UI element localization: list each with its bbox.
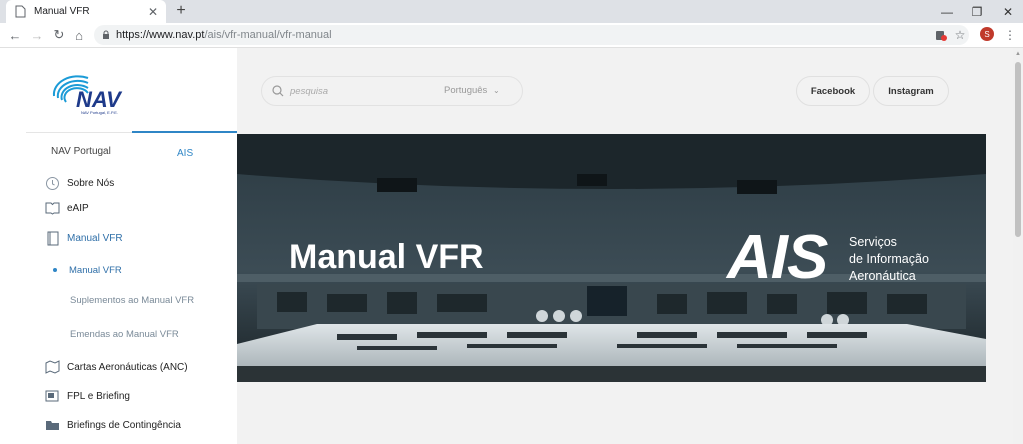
hero-banner: Manual VFR AIS Serviços de Informação Ae…: [237, 134, 986, 382]
ais-logo-word: AIS: [727, 223, 828, 292]
browser-tab[interactable]: Manual VFR ✕: [6, 0, 166, 23]
active-subitem-bullet: [53, 268, 57, 272]
ais-tagline-line: Aeronáutica: [849, 269, 916, 283]
sidebar-item-label: Cartas Aeronáuticas (ANC): [67, 361, 188, 373]
sidebar-item-cartas[interactable]: Cartas Aeronáuticas (ANC): [44, 360, 188, 374]
sidebar-tabs: NAV Portugal AIS: [26, 131, 237, 162]
minimize-icon[interactable]: —: [932, 0, 962, 23]
ais-tagline-line: Serviços: [849, 235, 897, 249]
window-close-icon[interactable]: ✕: [993, 0, 1023, 23]
clock-icon: [44, 176, 60, 190]
sidebar-item-eaip[interactable]: eAIP: [44, 201, 89, 215]
svg-text:NAV Portugal, E.P.E.: NAV Portugal, E.P.E.: [81, 110, 118, 115]
sidebar-item-sobre-nos[interactable]: Sobre Nós: [44, 176, 114, 190]
forward-arrow-icon[interactable]: →: [28, 26, 46, 44]
sidebar-item-manual-vfr[interactable]: Manual VFR: [44, 231, 123, 245]
tab-nav-portugal[interactable]: NAV Portugal: [51, 146, 111, 157]
restore-icon[interactable]: ❐: [962, 0, 992, 23]
scroll-up-icon[interactable]: ▲: [1015, 50, 1021, 58]
reload-icon[interactable]: ↻: [50, 26, 68, 44]
browser-tab-strip: Manual VFR ✕ + — ❐ ✕: [0, 0, 1023, 23]
subitem-suplementos[interactable]: Suplementos ao Manual VFR: [70, 295, 194, 306]
lock-icon: [103, 30, 109, 39]
manual-icon: [44, 231, 60, 245]
map-icon: [44, 360, 60, 374]
sidebar-item-label: Manual VFR: [67, 232, 123, 244]
subitem-emendas[interactable]: Emendas ao Manual VFR: [70, 329, 179, 340]
tab-ais[interactable]: AIS: [177, 148, 193, 159]
back-arrow-icon[interactable]: ←: [6, 26, 24, 44]
sidebar-item-label: Briefings de Contingência: [67, 419, 181, 431]
url-path: /ais/vfr-manual/vfr-manual: [204, 29, 332, 41]
tab-title: Manual VFR: [34, 6, 90, 17]
page-icon: [15, 5, 26, 18]
home-icon[interactable]: ⌂: [70, 26, 88, 44]
search-icon: [272, 85, 284, 97]
ais-tagline-line: de Informação: [849, 252, 929, 266]
nav-logo[interactable]: NAV NAV Portugal, E.P.E.: [48, 74, 134, 116]
ais-tagline: Serviços de Informação Aeronáutica: [849, 234, 929, 285]
page: NAV NAV Portugal, E.P.E. NAV Portugal AI…: [0, 48, 1013, 444]
language-label: Português: [444, 85, 488, 96]
instagram-button[interactable]: Instagram: [873, 76, 949, 106]
sidebar-item-label: FPL e Briefing: [67, 390, 130, 402]
banner-title: Manual VFR: [289, 238, 484, 276]
language-select[interactable]: Português ⌄: [444, 85, 500, 96]
new-tab-button[interactable]: +: [172, 2, 190, 20]
facebook-button[interactable]: Facebook: [796, 76, 870, 106]
menu-dots-icon[interactable]: ⋮: [1004, 28, 1016, 42]
star-icon[interactable]: ☆: [952, 27, 968, 43]
main-content: pesquisa Português ⌄ Facebook Instagram: [237, 48, 1013, 444]
book-icon: [44, 201, 60, 215]
search-placeholder: pesquisa: [290, 85, 329, 97]
url-domain: https://www.nav.pt: [116, 29, 205, 41]
active-tab-indicator: [132, 131, 237, 133]
extension-icon[interactable]: [933, 27, 949, 43]
subitem-manual-vfr[interactable]: Manual VFR: [69, 265, 122, 276]
svg-text:NAV: NAV: [76, 87, 123, 112]
sidebar-item-label: eAIP: [67, 202, 89, 214]
tab-close-icon[interactable]: ✕: [148, 6, 158, 18]
sidebar-item-label: Sobre Nós: [67, 177, 115, 189]
sidebar-item-briefings-contingencia[interactable]: Briefings de Contingência: [44, 418, 181, 432]
page-scrollbar[interactable]: ▲: [1013, 48, 1023, 444]
url-text: https://www.nav.pt/ais/vfr-manual/vfr-ma…: [116, 29, 332, 41]
profile-avatar[interactable]: S: [980, 27, 994, 41]
browser-toolbar: ← → ↻ ⌂ https://www.nav.pt/ais/vfr-manua…: [0, 23, 1023, 48]
address-bar[interactable]: https://www.nav.pt/ais/vfr-manual/vfr-ma…: [94, 25, 969, 45]
scrollbar-thumb[interactable]: [1015, 62, 1021, 237]
sidebar: NAV NAV Portugal, E.P.E. NAV Portugal AI…: [0, 48, 237, 444]
folder-icon: [44, 418, 60, 432]
briefing-icon: [44, 389, 60, 403]
chevron-down-icon: ⌄: [492, 86, 500, 95]
sidebar-item-fpl[interactable]: FPL e Briefing: [44, 389, 130, 403]
